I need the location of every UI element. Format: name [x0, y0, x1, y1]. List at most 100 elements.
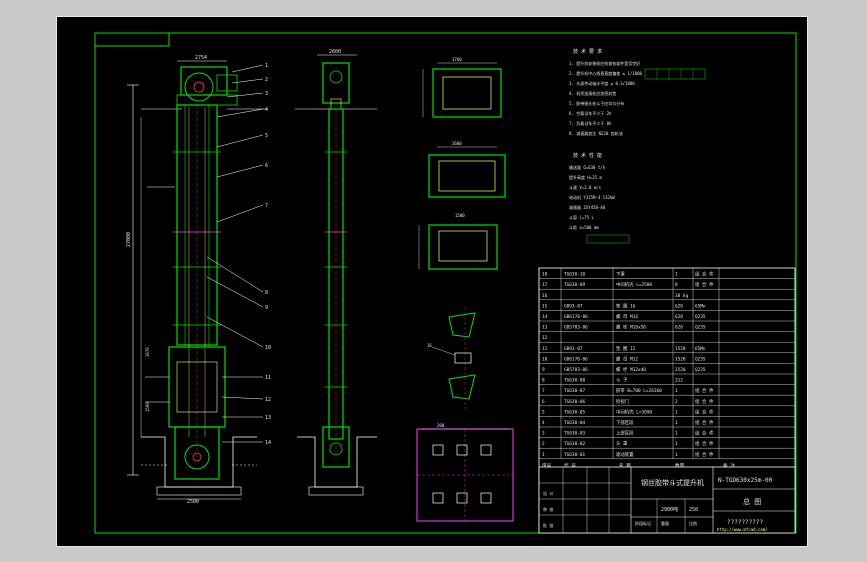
cross-sections: 1760 2600 1500 16 200: [416, 57, 514, 522]
bom-cell-code: TG630-08: [564, 378, 586, 384]
approver-label: 批 准: [543, 522, 553, 528]
bom-cell-name: 螺 母 M12: [616, 355, 638, 362]
bom-cell-note: 组 合 件: [695, 387, 714, 394]
bom-cell-no: 8: [542, 378, 545, 384]
bom-cell-name: 垫 圈 16: [616, 302, 636, 309]
bom-cell-qty: 1520: [675, 346, 686, 352]
technical-notes: 技 术 要 求 1. 提升机安装前应检查各部件是否完好 2. 提升机中心线垂直度…: [569, 48, 706, 244]
bom-cell-name: 螺 栓 M12x40: [616, 366, 646, 373]
note-7: 7. 负载试车不少于 8h: [569, 120, 612, 126]
bom-cell-name: 垫 圈 12: [616, 345, 636, 352]
section-b-dimension: 1760: [452, 57, 462, 62]
bom-cell-qty: 2: [675, 399, 678, 405]
bom-cell-note: 组 合 件: [695, 281, 714, 288]
bom-cell-no: 10: [542, 356, 548, 362]
callout-10: 10: [265, 345, 271, 351]
bom-cell-note: Q235: [695, 325, 706, 331]
bom-cell-no: 2: [542, 441, 545, 447]
bom-cell-qty: 620: [675, 314, 683, 320]
callout-13: 13: [265, 415, 271, 421]
note-6: 6. 空载试车不少于 2h: [569, 110, 612, 116]
bom-cell-code: GB93-87: [564, 346, 583, 352]
bom-cell-no: 1: [542, 452, 545, 458]
bom-cell-note: 组 合 件: [695, 430, 714, 437]
bom-cell-no: 6: [542, 399, 545, 405]
bom-cell-note: 65Mn: [695, 303, 706, 309]
bom-cell-note: Q235: [695, 314, 706, 320]
scale-value: 250: [689, 507, 698, 513]
material-weight: 2900吨: [661, 506, 678, 513]
bom-cell-code: GB6170-86: [564, 314, 588, 320]
bom-cell-qty: 1: [675, 452, 678, 458]
note-2: 2. 提升机中心线垂直度偏差 ≤ 1/1000: [569, 70, 642, 76]
head-width-dimension: 2754: [195, 55, 207, 61]
bom-cell-name: 下部区段: [616, 419, 634, 426]
spec-title: 技 术 性 能: [573, 152, 602, 159]
bom-cell-qty: 1: [675, 409, 678, 415]
spec-5: 减速器 ZSY450-40: [569, 204, 606, 210]
bom-cell-qty: 312: [675, 378, 683, 384]
bom-cell-qty: 38 kg: [675, 293, 689, 299]
bom-cell-no: 18: [542, 272, 548, 278]
bom-cell-qty: 1: [675, 431, 678, 437]
pit-depth-dimension: 1500: [145, 402, 150, 412]
drawing-name: 钢丝胶带斗式提升机: [641, 478, 704, 487]
callout-6: 6: [265, 163, 268, 169]
bom-cell-name: 上部区段: [616, 430, 634, 437]
bom-cell-code: TG630-10: [564, 272, 586, 278]
bom-cell-no: 14: [542, 314, 548, 320]
title-block: 钢丝胶带斗式提升机 N-TGD630x25m-00 总 图 ??????????…: [538, 466, 796, 534]
note-8: 8. 减速器加注 N220 齿轮油: [569, 130, 623, 136]
callout-5: 5: [265, 133, 268, 139]
bom-cell-qty: 1: [675, 420, 678, 426]
callout-11: 11: [265, 375, 271, 381]
bom-cell-code: TG630-06: [564, 399, 586, 405]
bolt-spacing-dimension: 200: [437, 423, 445, 428]
designer-label: 设 计: [543, 490, 553, 496]
company-name: ??????????: [727, 519, 764, 526]
bom-cell-qty: 1: [675, 388, 678, 394]
bom-cell-note: 组 合 件: [695, 271, 714, 278]
bom-cell-name: 螺 栓 M16x50: [616, 324, 646, 331]
bom-cell-qty: 620: [675, 325, 683, 331]
note-4: 4. 机壳连接处应加密封垫: [569, 90, 616, 96]
section-c-dimension: 2600: [452, 141, 462, 146]
spec-6: 斗容 i=75 L: [569, 214, 594, 220]
bom-cell-name: 胶带 B=700 L=26360: [616, 387, 662, 394]
bom-cell-name: 螺 母 M16: [616, 313, 638, 320]
bom-cell-code: TG630-04: [564, 420, 586, 426]
source-url: http://www.mfcad.com/: [717, 527, 768, 532]
bom-cell-code: TG630-09: [564, 282, 586, 288]
bom-cell-note: Q235: [695, 367, 706, 373]
callout-7: 7: [265, 203, 268, 209]
front-elevation-view: 27000 2754 2500 1 2 3 4 5 6 7 8 9 10 11 …: [126, 55, 271, 505]
bom-cell-note: 组 合 件: [695, 451, 714, 458]
weight-label: 重量: [661, 520, 669, 526]
bom-cell-name: 下罩: [616, 272, 625, 278]
bom-cell-qty: 620: [675, 303, 683, 309]
bom-cell-note: Q235: [695, 356, 706, 362]
bom-cell-qty: 1: [675, 441, 678, 447]
side-elevation-view: 2600: [295, 49, 377, 496]
callout-12: 12: [265, 397, 271, 403]
bom-cell-note: 65Mn: [695, 346, 706, 352]
bom-cell-no: 4: [542, 420, 545, 426]
callout-2: 2: [265, 77, 268, 83]
spec-4: 电动机 Y315M-4 132kW: [569, 194, 615, 200]
spec-1: 输送量 Q=630 t/h: [569, 164, 606, 170]
note-3: 3. 头部传动轴水平度 ≤ 0.3/1000: [569, 80, 635, 86]
bom-cell-name: 检视门: [616, 398, 629, 405]
bom-cell-code: TG630-07: [564, 388, 586, 394]
bom-cell-code: GB6170-86: [564, 356, 588, 362]
callout-4: 4: [265, 107, 268, 113]
bom-cell-name: 驱动装置: [616, 451, 634, 458]
note-1: 1. 提升机安装前应检查各部件是否完好: [569, 60, 640, 66]
ratio-label: 比例: [689, 520, 697, 526]
inner-frame: [94, 32, 797, 534]
bom-cell-qty: 8: [675, 282, 678, 288]
callout-16: 16: [427, 343, 432, 348]
bom-cell-name: 斗 子: [616, 377, 628, 384]
note-5: 5. 胶带接头处斗子应均匀分布: [569, 100, 624, 106]
spec-7: 斗距 a=500 mm: [569, 225, 599, 230]
section-a-dimension: 1670: [145, 347, 150, 357]
